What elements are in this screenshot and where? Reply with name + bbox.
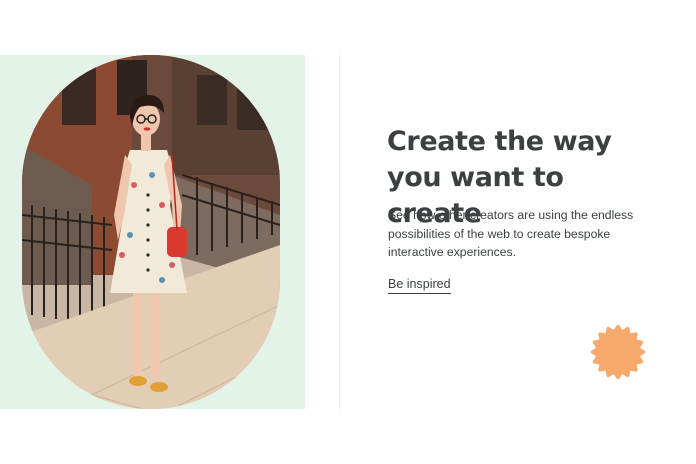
hero-photo: [22, 55, 280, 409]
scalloped-circle-icon: [589, 323, 647, 381]
page: Create the way you want to create See ho…: [0, 0, 696, 464]
section-divider: [339, 55, 340, 409]
be-inspired-link[interactable]: Be inspired: [388, 276, 451, 294]
hero-description: See how other creators are using the end…: [388, 208, 634, 259]
